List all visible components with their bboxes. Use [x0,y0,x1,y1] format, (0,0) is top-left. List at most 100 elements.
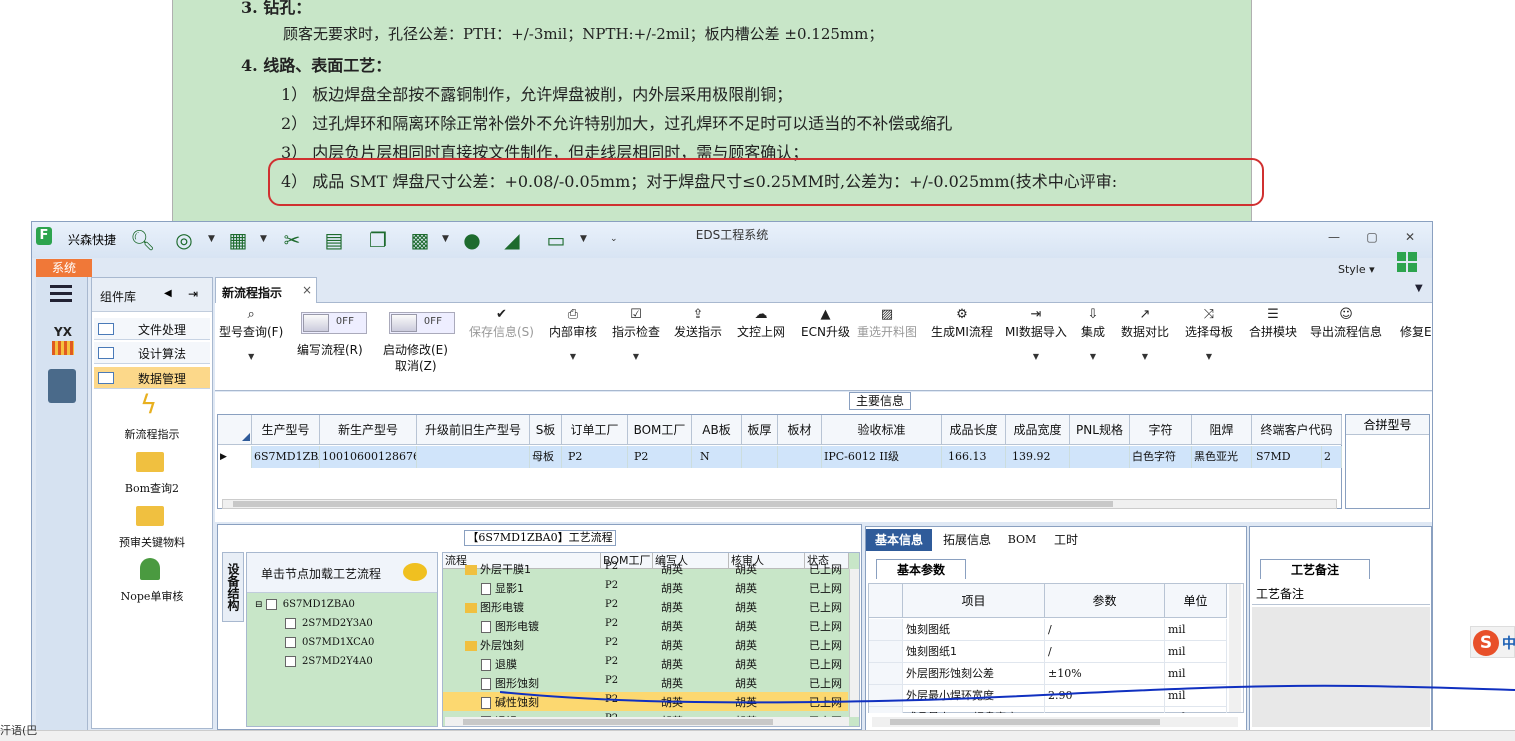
lightning-icon[interactable]: ϟ [140,390,157,420]
horizontal-scrollbar[interactable] [872,717,1238,727]
select-mother-board-button[interactable]: ⤨ 选择母板 ▼ [1185,307,1233,361]
table-cell[interactable]: P2 [628,446,692,468]
column-header[interactable]: 成品宽度 [1006,415,1070,445]
table-cell[interactable] [417,446,530,468]
close-icon[interactable]: × [302,283,312,297]
ecn-upgrade-button[interactable]: ▲ ECN升级 [801,307,850,340]
tab-extended-info[interactable]: 拓展信息 [936,529,998,551]
table-cell[interactable]: 白色字符 [1130,446,1192,468]
param-cell[interactable]: 蚀刻图纸1 [903,641,1045,663]
param-cell[interactable]: / [1045,641,1165,663]
column-header[interactable]: 板材 [778,415,822,445]
notes-tab[interactable]: 工艺备注 [1260,559,1370,579]
param-cell[interactable]: / [1045,619,1165,641]
column-header[interactable]: 订单工厂 [562,415,628,445]
scrollbar-thumb[interactable] [463,719,773,725]
model-query-button[interactable]: ⌕ 型号查询(F) ▼ [219,307,283,361]
tab-new-flow[interactable]: 新流程指示 × [215,277,317,304]
tab-work-hours[interactable]: 工时 [1046,529,1086,551]
reselect-cutting-button[interactable]: ▨ 重选开料图 [857,307,917,340]
factory-icon[interactable]: YX [48,325,78,357]
param-cell[interactable]: mil [1165,619,1227,641]
column-header[interactable]: 验收标准 [822,415,942,445]
param-cell[interactable]: 蚀刻图纸 [903,619,1045,641]
horizontal-scrollbar[interactable] [222,499,1337,509]
flow-row[interactable]: 图形电镀 P2 胡英 胡英 已上网 [443,616,848,635]
mi-import-button[interactable]: ⇥ MI数据导入 ▼ [1005,307,1067,361]
table-cell[interactable]: S7MD [1252,446,1322,468]
tree-node[interactable]: 2S7MD2Y3A0 [285,618,373,629]
close-icon[interactable]: ✕ [1400,230,1420,246]
column-header[interactable]: 字符 [1130,415,1192,445]
column-header[interactable]: 生产型号 [252,415,320,445]
edit-flow-toggle[interactable]: OFF [301,312,367,334]
table-cell[interactable] [1070,446,1130,468]
flow-row[interactable]: 图形电镀 P2 胡英 胡英 已上网 [443,597,848,616]
column-header[interactable]: 成品长度 [942,415,1006,445]
table-cell[interactable] [742,446,778,468]
tool-nope-review[interactable]: Nope单审核 [92,588,212,604]
publish-button[interactable]: ☁ 文控上网 [737,307,785,340]
comment-icon[interactable] [403,563,427,581]
menu-icon[interactable] [50,285,74,305]
component-item-algorithm[interactable]: 设计算法 [94,342,210,364]
calculator-icon[interactable] [48,369,76,403]
row-header[interactable] [869,641,903,663]
tree-node[interactable]: 2S7MD2Y4A0 [285,656,373,667]
integrate-button[interactable]: ⇩ 集成 ▼ [1081,307,1105,361]
column-header[interactable]: 阻焊 [1192,415,1252,445]
tab-basic-info[interactable]: 基本信息 [866,529,932,551]
horizontal-scrollbar[interactable] [445,717,849,726]
column-header[interactable]: 项目 [903,584,1045,618]
windows-logo-icon[interactable] [1397,252,1417,272]
equipment-structure-tab[interactable]: 设备结构 [222,552,244,622]
param-cell[interactable]: mil [1165,641,1227,663]
table-cell[interactable]: 6S7MD1ZBA0 [252,446,320,468]
component-item-file[interactable]: 文件处理 [94,318,210,340]
save-info-button[interactable]: ✔ 保存信息(S) [469,307,534,340]
column-header[interactable]: 新生产型号 [320,415,417,445]
table-cell[interactable]: 139.92 [1006,446,1070,468]
column-header[interactable]: 板厚 [742,415,778,445]
minimize-icon[interactable]: — [1324,230,1344,246]
send-instruction-button[interactable]: ⇪ 发送指示 [674,307,722,340]
export-flow-button[interactable]: ☺ 导出流程信息 [1310,307,1382,340]
column-header[interactable]: PNL规格 [1070,415,1130,445]
table-cell[interactable]: 母板 [530,446,562,468]
scrollbar-thumb[interactable] [233,501,1113,507]
tree-node[interactable]: 0S7MD1XCA0 [285,637,374,648]
tab-list-icon[interactable]: ▼ [1415,283,1423,294]
flow-row[interactable]: 外层干膜1 P2 胡英 胡英 已上网 [443,559,848,578]
start-edit-toggle[interactable]: OFF [389,312,455,334]
flow-row[interactable]: 退膜 P2 胡英 胡英 已上网 [443,654,848,673]
table-cell[interactable]: 166.13 [942,446,1006,468]
flow-row[interactable]: 外层蚀刻 P2 胡英 胡英 已上网 [443,635,848,654]
row-header[interactable] [869,619,903,641]
user-icon[interactable] [140,558,160,580]
column-header[interactable]: AB板 [692,415,742,445]
table-cell[interactable]: 2 [1322,446,1342,468]
folder-icon[interactable] [136,506,164,526]
generate-mi-button[interactable]: ⚙ 生成MI流程 [931,307,993,340]
scrollbar-thumb[interactable] [890,719,1160,725]
instruction-check-button[interactable]: ☑ 指示检查 ▼ [612,307,660,361]
merge-module-button[interactable]: ☰ 合拼模块 [1249,307,1297,340]
column-header[interactable]: S板 [530,415,562,445]
repair-button[interactable]: 修复E [1400,307,1432,340]
ime-toolbar[interactable]: S 中 [1470,626,1515,658]
pin-icon[interactable]: ⇥ [188,287,198,301]
cancel-edit-button[interactable]: 取消(Z) [395,357,437,374]
column-header[interactable]: BOM工厂 [628,415,692,445]
system-tab[interactable]: 系统 [36,259,92,277]
tab-bom[interactable]: BOM [1002,529,1042,551]
tool-bom-query[interactable]: Bom查询2 [92,480,212,496]
table-cell[interactable]: P2 [562,446,628,468]
table-cell[interactable] [778,446,822,468]
internal-review-button[interactable]: ⎙ 内部审核 ▼ [549,307,597,361]
column-header[interactable]: 升级前旧生产型号 [417,415,530,445]
column-header[interactable]: 参数 [1045,584,1165,618]
collapse-icon[interactable]: ◀ [164,288,172,299]
restore-icon[interactable]: ▢ [1362,230,1382,246]
column-header[interactable]: 单位 [1165,584,1227,618]
tool-new-flow[interactable]: 新流程指示 [92,426,212,442]
